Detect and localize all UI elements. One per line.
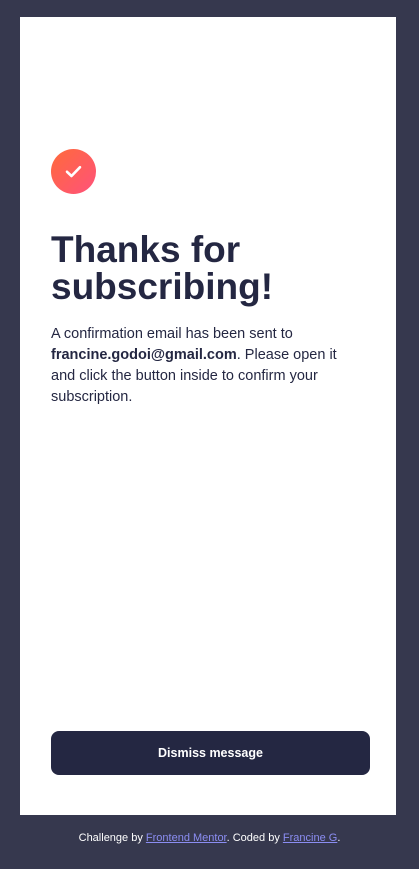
attribution-suffix: . [337,832,341,844]
subscriber-email: francine.godoi@gmail.com [51,347,237,363]
attribution-coded-prefix: . Coded by [226,832,283,844]
success-checkmark-icon [51,149,96,194]
author-link[interactable]: Francine G [283,832,337,844]
success-title: Thanks for subscribing! [51,229,274,307]
attribution-challenge-prefix: Challenge by [78,832,146,844]
frontend-mentor-link[interactable]: Frontend Mentor [146,832,227,844]
message-prefix: A confirmation email has been sent to [51,326,293,342]
confirmation-message: A confirmation email has been sent to fr… [51,324,356,408]
attribution-footer: Challenge by Frontend Mentor. Coded by F… [0,831,419,845]
checkmark-icon [65,165,82,178]
success-card: Thanks for subscribing! A confirmation e… [20,17,396,815]
dismiss-message-button[interactable]: Dismiss message [51,731,370,775]
